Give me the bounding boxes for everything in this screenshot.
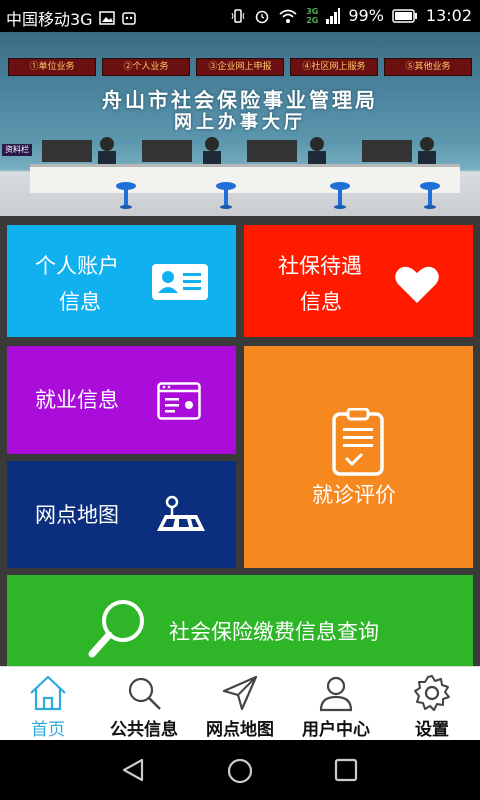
search-icon	[88, 600, 144, 658]
social-benefits-tile[interactable]: 社保待遇 信息	[244, 225, 473, 337]
personal-account-tile[interactable]: 个人账户 信息	[7, 225, 236, 337]
network-3g-label: 3G	[306, 6, 319, 16]
nav-label: 设置	[415, 720, 449, 740]
bottom-nav: 首页 公共信息 网点地图 用户中心 设置	[0, 666, 480, 741]
back-icon[interactable]	[120, 758, 146, 782]
tile-label: 个人账户	[35, 254, 119, 278]
nav-public-info[interactable]: 公共信息	[96, 667, 192, 741]
nav-label: 网点地图	[206, 720, 274, 740]
home-icon	[30, 675, 66, 711]
heart-icon	[395, 266, 439, 303]
nav-outlet-map[interactable]: 网点地图	[192, 667, 288, 741]
nav-user-center[interactable]: 用户中心	[288, 667, 384, 741]
gear-icon	[414, 675, 450, 711]
service-sign: ④社区网上服务	[290, 58, 378, 76]
employment-info-tile[interactable]: 就业信息	[7, 346, 236, 454]
tile-label: 就诊评价	[312, 483, 396, 507]
battery-percent: 99%	[348, 6, 384, 25]
wifi-icon	[279, 9, 297, 23]
payment-query-tile[interactable]: 社会保险缴费信息查询	[7, 575, 473, 666]
tile-label: 社会保险缴费信息查询	[169, 620, 379, 644]
browser-window-icon	[157, 382, 201, 420]
service-counter	[30, 164, 460, 193]
clock: 13:02	[425, 6, 472, 25]
stool	[216, 182, 236, 209]
stool	[116, 182, 136, 209]
stool	[420, 182, 440, 209]
service-signs: ①单位业务 ②个人业务 ③企业网上申报 ④社区网上服务 ⑤其他业务	[8, 58, 472, 76]
tile-label: 社保待遇	[278, 254, 362, 278]
tile-label: 网点地图	[35, 503, 119, 527]
nav-settings[interactable]: 设置	[384, 667, 480, 741]
signal-icon	[326, 7, 341, 24]
vibrate-icon	[231, 8, 245, 23]
banner-subtitle: 网上办事大厅	[174, 112, 306, 133]
service-sign: ②个人业务	[102, 58, 190, 76]
network-2g-label: 2G	[306, 15, 319, 25]
carrier-label: 中国移动3G	[6, 10, 93, 29]
tile-label: 信息	[300, 290, 342, 314]
clipboard-check-icon	[332, 408, 384, 476]
tile-label: 就业信息	[35, 388, 119, 412]
search-icon	[128, 677, 161, 710]
robot-icon	[121, 12, 136, 25]
service-sign: ③企业网上申报	[196, 58, 284, 76]
system-nav-bar	[0, 740, 480, 800]
home-circle-icon[interactable]	[227, 758, 253, 784]
tile-label: 信息	[59, 290, 101, 314]
nav-label: 公共信息	[110, 720, 178, 740]
counter-illustration	[32, 132, 462, 166]
nav-home[interactable]: 首页	[0, 667, 96, 741]
hero-banner[interactable]: ①单位业务 ②个人业务 ③企业网上申报 ④社区网上服务 ⑤其他业务 舟山市社会保…	[0, 32, 480, 216]
outlet-map-tile[interactable]: 网点地图	[7, 461, 236, 568]
recents-icon[interactable]	[334, 758, 358, 782]
send-icon	[222, 675, 258, 711]
service-sign: ①单位业务	[8, 58, 96, 76]
id-card-icon	[152, 264, 208, 300]
clinic-review-tile[interactable]: 就诊评价	[244, 346, 473, 568]
network-badge: 3G 2G	[306, 7, 318, 25]
image-icon	[98, 11, 115, 25]
alarm-icon	[255, 10, 269, 23]
nav-label: 用户中心	[302, 720, 370, 740]
menu-grid: 个人账户 信息 社保待遇 信息 就业信息 网点地图 就诊评价 社会保险缴费信息查…	[0, 216, 480, 666]
user-icon	[319, 676, 353, 712]
service-sign: ⑤其他业务	[384, 58, 472, 76]
status-bar: 中国移动3G 3G 2G 99% 13:02	[0, 0, 480, 32]
map-pin-icon	[157, 495, 205, 531]
stool	[330, 182, 350, 209]
nav-label: 首页	[31, 720, 65, 740]
side-sign: 资料栏	[2, 144, 32, 156]
battery-icon	[392, 8, 417, 23]
